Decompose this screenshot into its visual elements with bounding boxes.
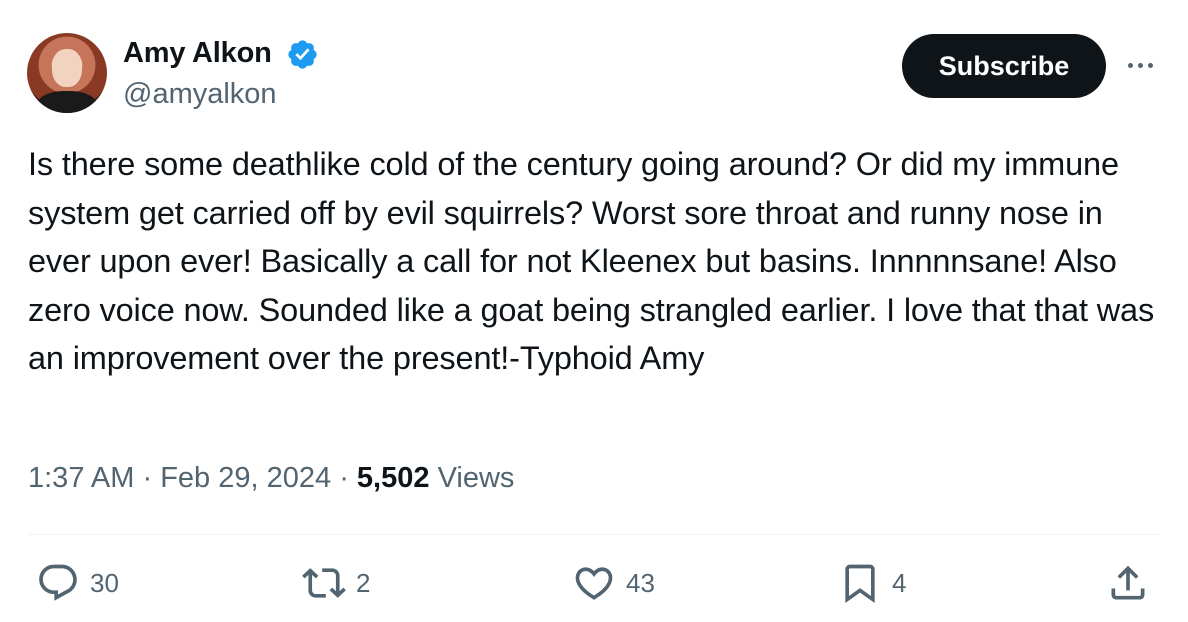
repost-count: 2 [356,567,371,598]
author-handle[interactable]: @amyalkon [123,78,277,111]
repost-icon [302,568,346,598]
avatar-body [37,91,97,113]
subscribe-button[interactable]: Subscribe [902,34,1106,98]
reply-count: 30 [90,567,119,598]
share-button[interactable] [1106,558,1150,608]
like-count: 43 [626,567,655,598]
reply-button[interactable]: 30 [36,558,119,608]
bookmark-icon [845,564,875,604]
more-dot [1127,62,1133,68]
meta-separator: · [142,462,153,494]
heart-icon [575,567,613,600]
tweet-date[interactable]: Feb 29, 2024 [160,462,331,494]
tweet-time[interactable]: 1:37 AM [28,462,134,494]
more-dot [1137,62,1143,68]
bookmark-button[interactable]: 4 [838,558,906,608]
tweet-text: Is there some deathlike cold of the cent… [28,146,1155,376]
avatar[interactable] [27,33,107,113]
like-button[interactable]: 43 [572,558,655,608]
share-icon [1111,565,1145,600]
divider [28,534,1160,535]
meta-separator: · [339,462,349,494]
author-name[interactable]: Amy Alkon [123,37,272,70]
views-label: Views [437,462,515,494]
reply-icon [39,564,77,601]
more-dot [1147,62,1153,68]
bookmark-count: 4 [892,567,907,598]
more-horizontal-icon[interactable] [1118,50,1162,80]
views-count: 5,502 [356,462,430,494]
verified-badge-icon [288,40,317,69]
tweet-meta: 1:37 AM · Feb 29, 2024 · 5,502 Views [28,462,514,495]
avatar-face [52,49,82,87]
repost-button[interactable]: 2 [302,558,370,608]
